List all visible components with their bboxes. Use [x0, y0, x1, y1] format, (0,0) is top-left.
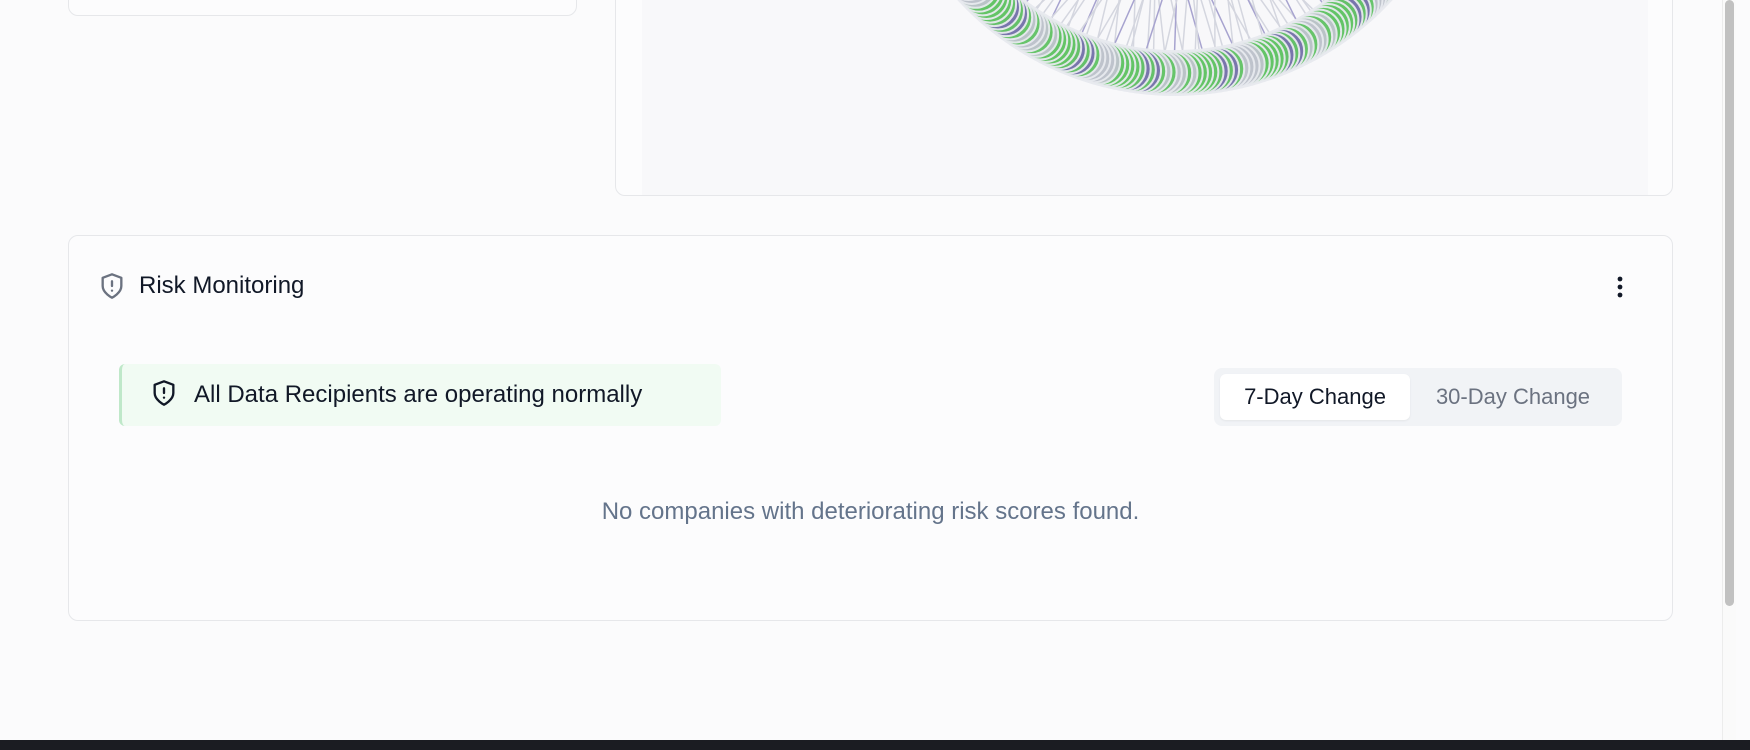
tab-7-day-change[interactable]: 7-Day Change — [1220, 374, 1410, 420]
risk-monitoring-header: Risk Monitoring — [97, 271, 304, 301]
network-graph-card — [615, 0, 1673, 196]
vertical-scrollbar[interactable] — [1722, 0, 1736, 740]
network-graph-canvas — [642, 0, 1648, 195]
more-vertical-icon — [1617, 276, 1623, 298]
risk-monitoring-title: Risk Monitoring — [139, 272, 305, 299]
more-options-button[interactable] — [1608, 274, 1632, 300]
bottom-bar — [0, 740, 1750, 750]
status-banner: All Data Recipients are operating normal… — [119, 364, 721, 426]
risk-monitoring-card: Risk Monitoring All Data Recipients are … — [68, 235, 1673, 621]
status-message: All Data Recipients are operating normal… — [194, 381, 643, 408]
empty-state-message: No companies with deteriorating risk sco… — [601, 498, 1140, 525]
tab-30-day-change[interactable]: 30-Day Change — [1410, 374, 1616, 420]
shield-alert-icon — [150, 378, 178, 413]
network-graph — [957, 0, 1393, 96]
change-period-toggle: 7-Day Change 30-Day Change — [1214, 368, 1622, 426]
dashboard-viewport: Risk Monitoring All Data Recipients are … — [0, 0, 1736, 740]
scrollbar-thumb[interactable] — [1725, 0, 1734, 606]
upper-left-card — [68, 0, 577, 16]
shield-alert-icon — [97, 271, 127, 301]
